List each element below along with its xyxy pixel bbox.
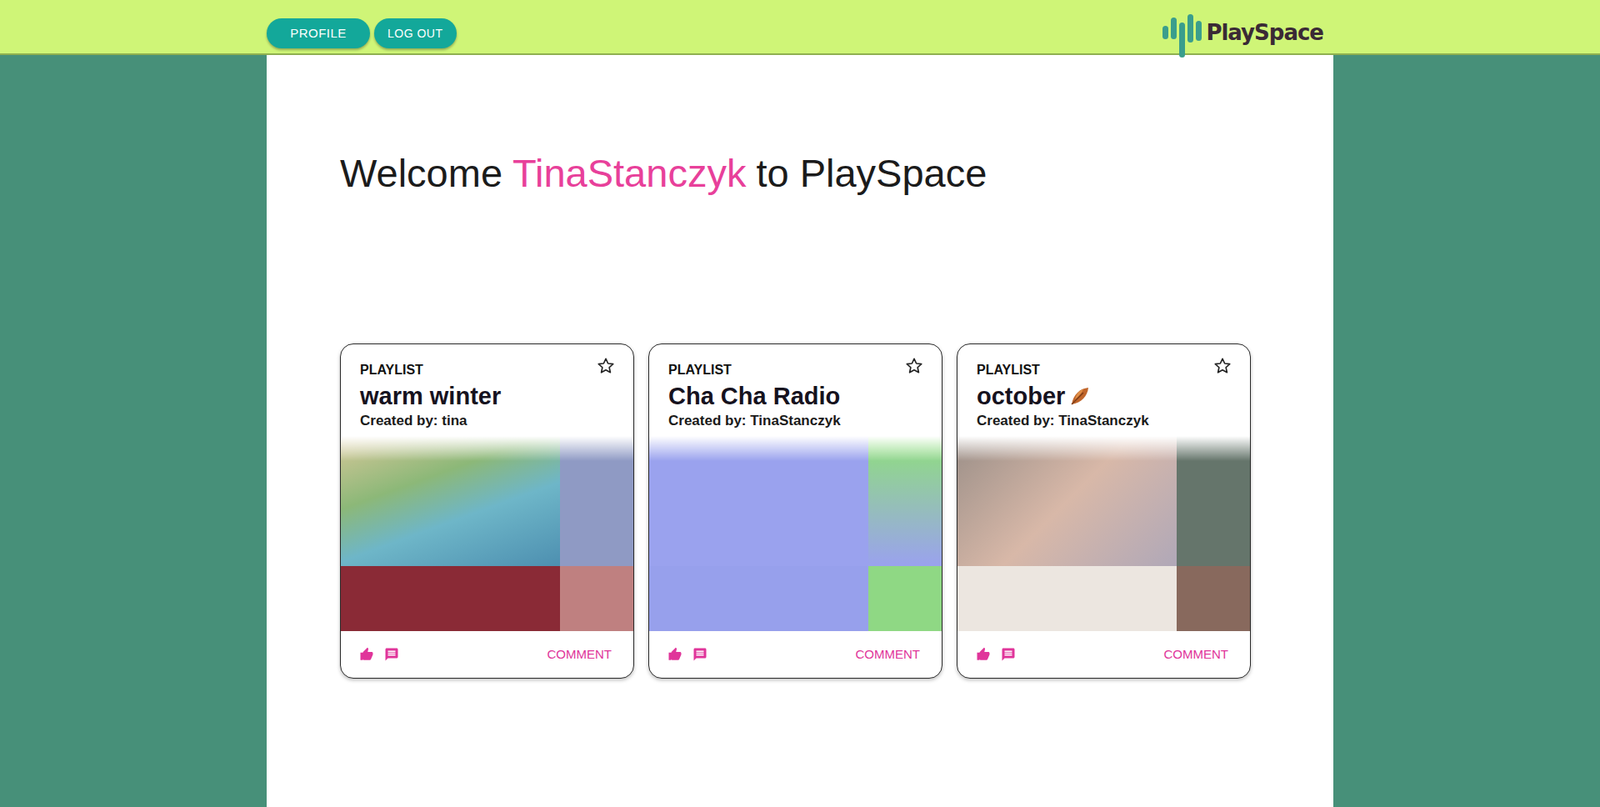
card-creator: Created by: TinaStanczyk [668, 412, 924, 430]
star-icon[interactable] [1213, 356, 1232, 375]
card-type: PLAYLIST [360, 357, 424, 378]
card-footer: COMMENT [340, 630, 634, 678]
card-creator: Created by: TinaStanczyk [976, 412, 1232, 430]
leaf-icon [1068, 384, 1092, 408]
comment-button[interactable]: COMMENT [855, 641, 921, 666]
card-creator: Created by: tina [360, 412, 615, 430]
logo[interactable]: PlaySpace [1160, 7, 1324, 58]
card-footer: COMMENT [957, 630, 1250, 678]
welcome-heading: Welcome TinaStanczyk to PlaySpace [340, 151, 1334, 195]
card-title: october [976, 380, 1232, 411]
nav-button[interactable]: PROFILE [266, 18, 370, 49]
page: PROFILELOG OUT PlaySpace Welcome TinaSta… [0, 0, 1600, 807]
thumb-up-icon[interactable] [667, 646, 683, 662]
comment-button[interactable]: COMMENT [547, 641, 613, 666]
star-icon[interactable] [905, 356, 924, 375]
thumb-up-icon[interactable] [359, 646, 375, 662]
cover-image [340, 435, 634, 631]
logo-text: PlaySpace [1205, 20, 1324, 45]
card-footer: COMMENT [649, 630, 942, 678]
star-icon[interactable] [596, 356, 615, 375]
playlist-card[interactable]: PLAYLIST warm winter Created by: tina CO… [340, 343, 635, 679]
comment-button[interactable]: COMMENT [1164, 641, 1230, 666]
username: TinaStanczyk [512, 151, 746, 195]
card-type: PLAYLIST [976, 357, 1040, 378]
content-panel: Welcome TinaStanczyk to PlaySpace PLAYLI… [266, 55, 1334, 807]
cover-image [649, 435, 942, 631]
card-title: Cha Cha Radio [668, 380, 924, 411]
card-header: PLAYLIST october Created by: TinaStanczy… [957, 344, 1250, 436]
comment-icon[interactable] [692, 646, 708, 662]
comment-icon[interactable] [384, 646, 400, 662]
nav-button[interactable]: LOG OUT [374, 18, 457, 49]
card-header: PLAYLIST Cha Cha Radio Created by: TinaS… [649, 344, 942, 436]
card-title: warm winter [360, 380, 615, 411]
top-bar: PROFILELOG OUT PlaySpace [0, 0, 1600, 55]
equalizer-icon [1160, 7, 1210, 58]
card-list: PLAYLIST warm winter Created by: tina CO… [340, 343, 1334, 679]
playlist-card[interactable]: PLAYLIST october Created by: TinaStanczy… [956, 343, 1251, 679]
card-type: PLAYLIST [668, 357, 732, 378]
comment-icon[interactable] [1000, 646, 1016, 662]
playlist-card[interactable]: PLAYLIST Cha Cha Radio Created by: TinaS… [648, 343, 943, 679]
cover-image [957, 435, 1250, 631]
card-header: PLAYLIST warm winter Created by: tina [340, 344, 634, 436]
thumb-up-icon[interactable] [975, 646, 991, 662]
